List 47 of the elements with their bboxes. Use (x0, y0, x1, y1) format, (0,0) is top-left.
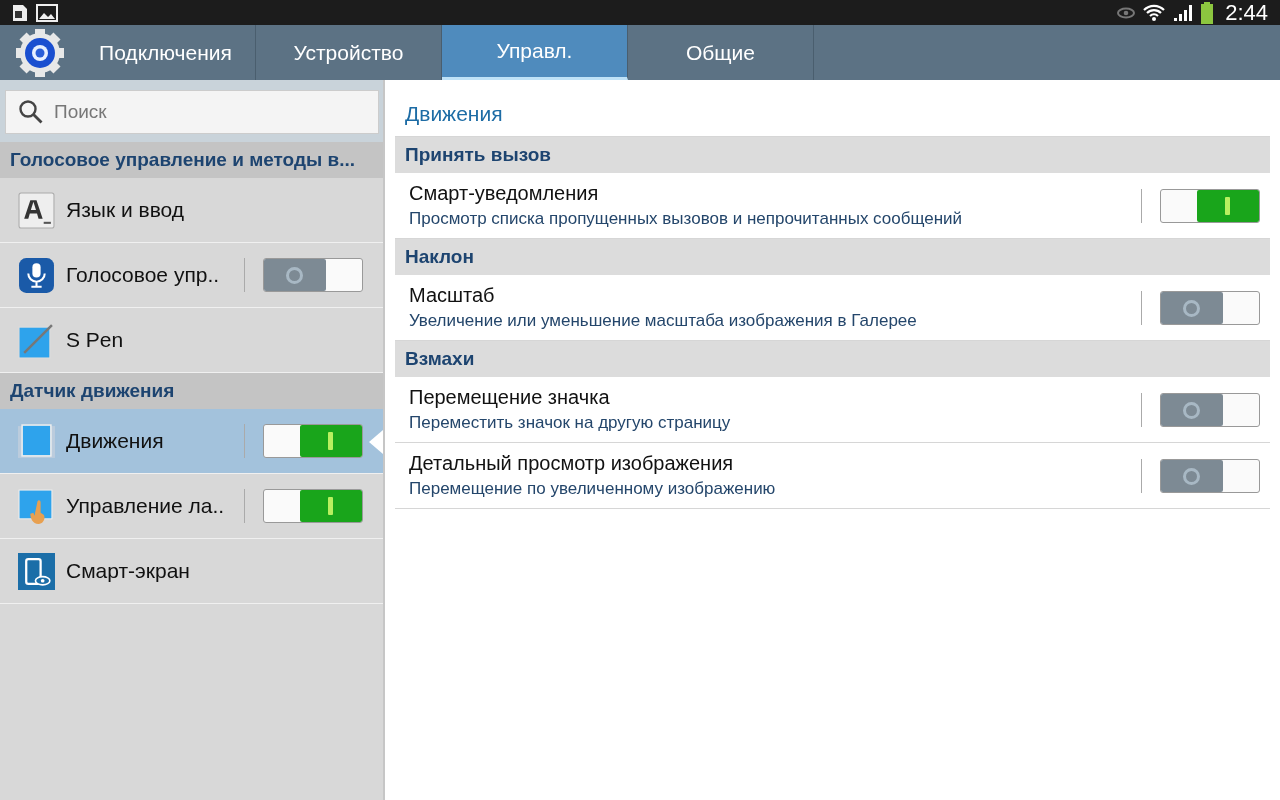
setting-title: Перемещение значка (409, 386, 611, 409)
image-icon (36, 3, 58, 22)
toggle-switch[interactable] (1160, 458, 1260, 493)
toggle-switch[interactable] (263, 424, 363, 458)
hand-icon (18, 487, 55, 525)
microphone-icon (18, 256, 55, 294)
sidebar-item-label: S Pen (66, 328, 125, 352)
setting-description: Увеличение или уменьшение масштаба изображения в Галерее (409, 311, 918, 331)
sidebar-item[interactable]: Язык и ввод (0, 178, 383, 243)
sidebar-item[interactable]: Голосовое упр.. (0, 243, 383, 308)
search-field[interactable]: Поиск (5, 90, 379, 134)
settings-icon[interactable] (14, 26, 66, 79)
toggle-switch[interactable] (1160, 392, 1260, 427)
sim-card-icon (12, 3, 28, 22)
setting-description: Просмотр списка пропущенных вызовов и непрочитанных сообщений (409, 209, 964, 229)
setting-title: Смарт-уведомления (409, 182, 600, 205)
clock-time: 2:44 (1225, 0, 1268, 26)
sidebar-item-label: Управление ла.. (66, 494, 226, 518)
section-header: Взмахи (395, 341, 1270, 377)
eye-icon (1117, 6, 1136, 19)
toggle-switch[interactable] (263, 489, 363, 523)
sidebar-item-label: Голосовое упр.. (66, 263, 221, 287)
setting-description: Перемещение по увеличенному изображению (409, 479, 777, 499)
sidebar-item-label: Движения (66, 429, 165, 453)
keyboard-icon (18, 191, 55, 229)
tab[interactable]: Управл. (442, 25, 628, 80)
toggle-switch[interactable] (263, 258, 363, 292)
sidebar-item-label: Язык и ввод (66, 198, 186, 222)
battery-icon (1201, 1, 1214, 24)
sidebar-item-label: Смарт-экран (66, 559, 191, 583)
category-header: Датчик движения (0, 373, 383, 409)
section-header: Принять вызов (395, 137, 1270, 173)
category-header: Голосовое управление и методы в... (0, 142, 383, 178)
sidebar-item[interactable]: Движения (0, 409, 383, 474)
section-header: Наклон (395, 239, 1270, 275)
setting-title: Масштаб (409, 284, 496, 307)
sidebar-item[interactable]: Смарт-экран (0, 539, 383, 604)
signal-icon (1173, 3, 1194, 22)
toggle-switch[interactable] (1160, 290, 1260, 325)
wifi-icon (1143, 2, 1166, 23)
setting-description: Переместить значок на другую страницу (409, 413, 732, 433)
sidebar-item[interactable]: Управление ла.. (0, 474, 383, 539)
phone-eye-icon (18, 552, 55, 590)
setting-title: Детальный просмотр изображения (409, 452, 735, 475)
tablet-icon (18, 422, 55, 460)
search-icon (18, 99, 44, 125)
toggle-switch[interactable] (1160, 188, 1260, 223)
